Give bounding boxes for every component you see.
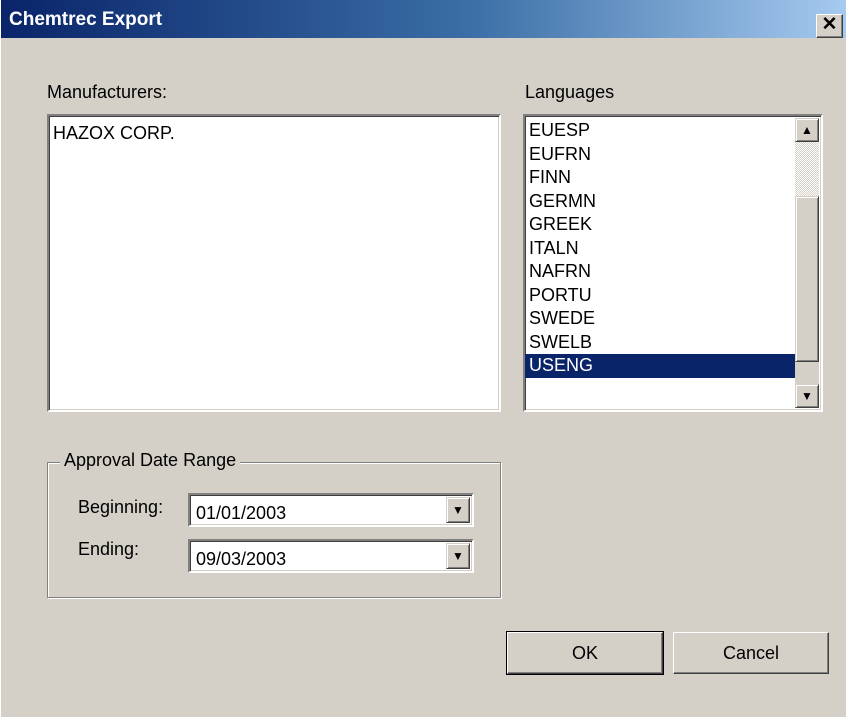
chemtrec-export-dialog: Chemtrec Export ✕ Manufacturers: HAZOX C… [0, 0, 846, 717]
cancel-button[interactable]: Cancel [673, 632, 829, 674]
ending-label: Ending: [78, 539, 140, 559]
language-item-finn[interactable]: FINN [525, 166, 821, 190]
scroll-track[interactable] [795, 142, 819, 196]
language-item-eufrn[interactable]: EUFRN [525, 143, 821, 167]
languages-label: Languages [525, 82, 615, 102]
language-item-swelb[interactable]: SWELB [525, 331, 821, 355]
beginning-date-dropdown[interactable]: 01/01/2003 ▼ [188, 493, 474, 527]
language-item-nafrn[interactable]: NAFRN [525, 260, 821, 284]
language-item-germn[interactable]: GERMN [525, 190, 821, 214]
beginning-date-value: 01/01/2003 [196, 503, 287, 523]
approval-date-range-group: Approval Date Range Beginning: 01/01/200… [47, 450, 501, 598]
close-icon: ✕ [821, 14, 838, 35]
ending-date-value: 09/03/2003 [196, 549, 287, 569]
language-item-useng[interactable]: USENG [525, 354, 795, 378]
ending-date-dropdown[interactable]: 09/03/2003 ▼ [188, 539, 474, 573]
chevron-down-icon: ▼ [452, 503, 464, 517]
beginning-dropdown-button[interactable]: ▼ [446, 497, 470, 523]
list-item[interactable]: HAZOX CORP. [49, 122, 499, 146]
arrow-down-icon: ▼ [801, 389, 813, 403]
chevron-down-icon: ▼ [452, 549, 464, 563]
close-button[interactable]: ✕ [816, 14, 843, 38]
scroll-up-button[interactable]: ▲ [795, 118, 819, 142]
manufacturers-label: Manufacturers: [47, 82, 168, 102]
ending-dropdown-button[interactable]: ▼ [446, 543, 470, 569]
languages-scrollbar[interactable]: ▲ ▼ [795, 118, 819, 408]
arrow-up-icon: ▲ [801, 123, 813, 137]
beginning-label: Beginning: [78, 497, 164, 517]
languages-list[interactable]: EUESP EUFRN FINN GERMN GREEK ITALN NAFRN… [523, 114, 823, 412]
language-item-swede[interactable]: SWEDE [525, 307, 821, 331]
ok-button[interactable]: OK [506, 631, 664, 675]
language-item-euesp[interactable]: EUESP [525, 119, 821, 143]
scroll-thumb[interactable] [795, 196, 819, 362]
window-title: Chemtrec Export [9, 9, 163, 30]
approval-date-range-legend: Approval Date Range [60, 450, 241, 471]
language-item-portu[interactable]: PORTU [525, 284, 821, 308]
language-item-greek[interactable]: GREEK [525, 213, 821, 237]
manufacturers-list[interactable]: HAZOX CORP. [47, 114, 501, 412]
language-item-italn[interactable]: ITALN [525, 237, 821, 261]
scroll-down-button[interactable]: ▼ [795, 384, 819, 408]
title-bar[interactable]: Chemtrec Export ✕ [1, 0, 846, 38]
